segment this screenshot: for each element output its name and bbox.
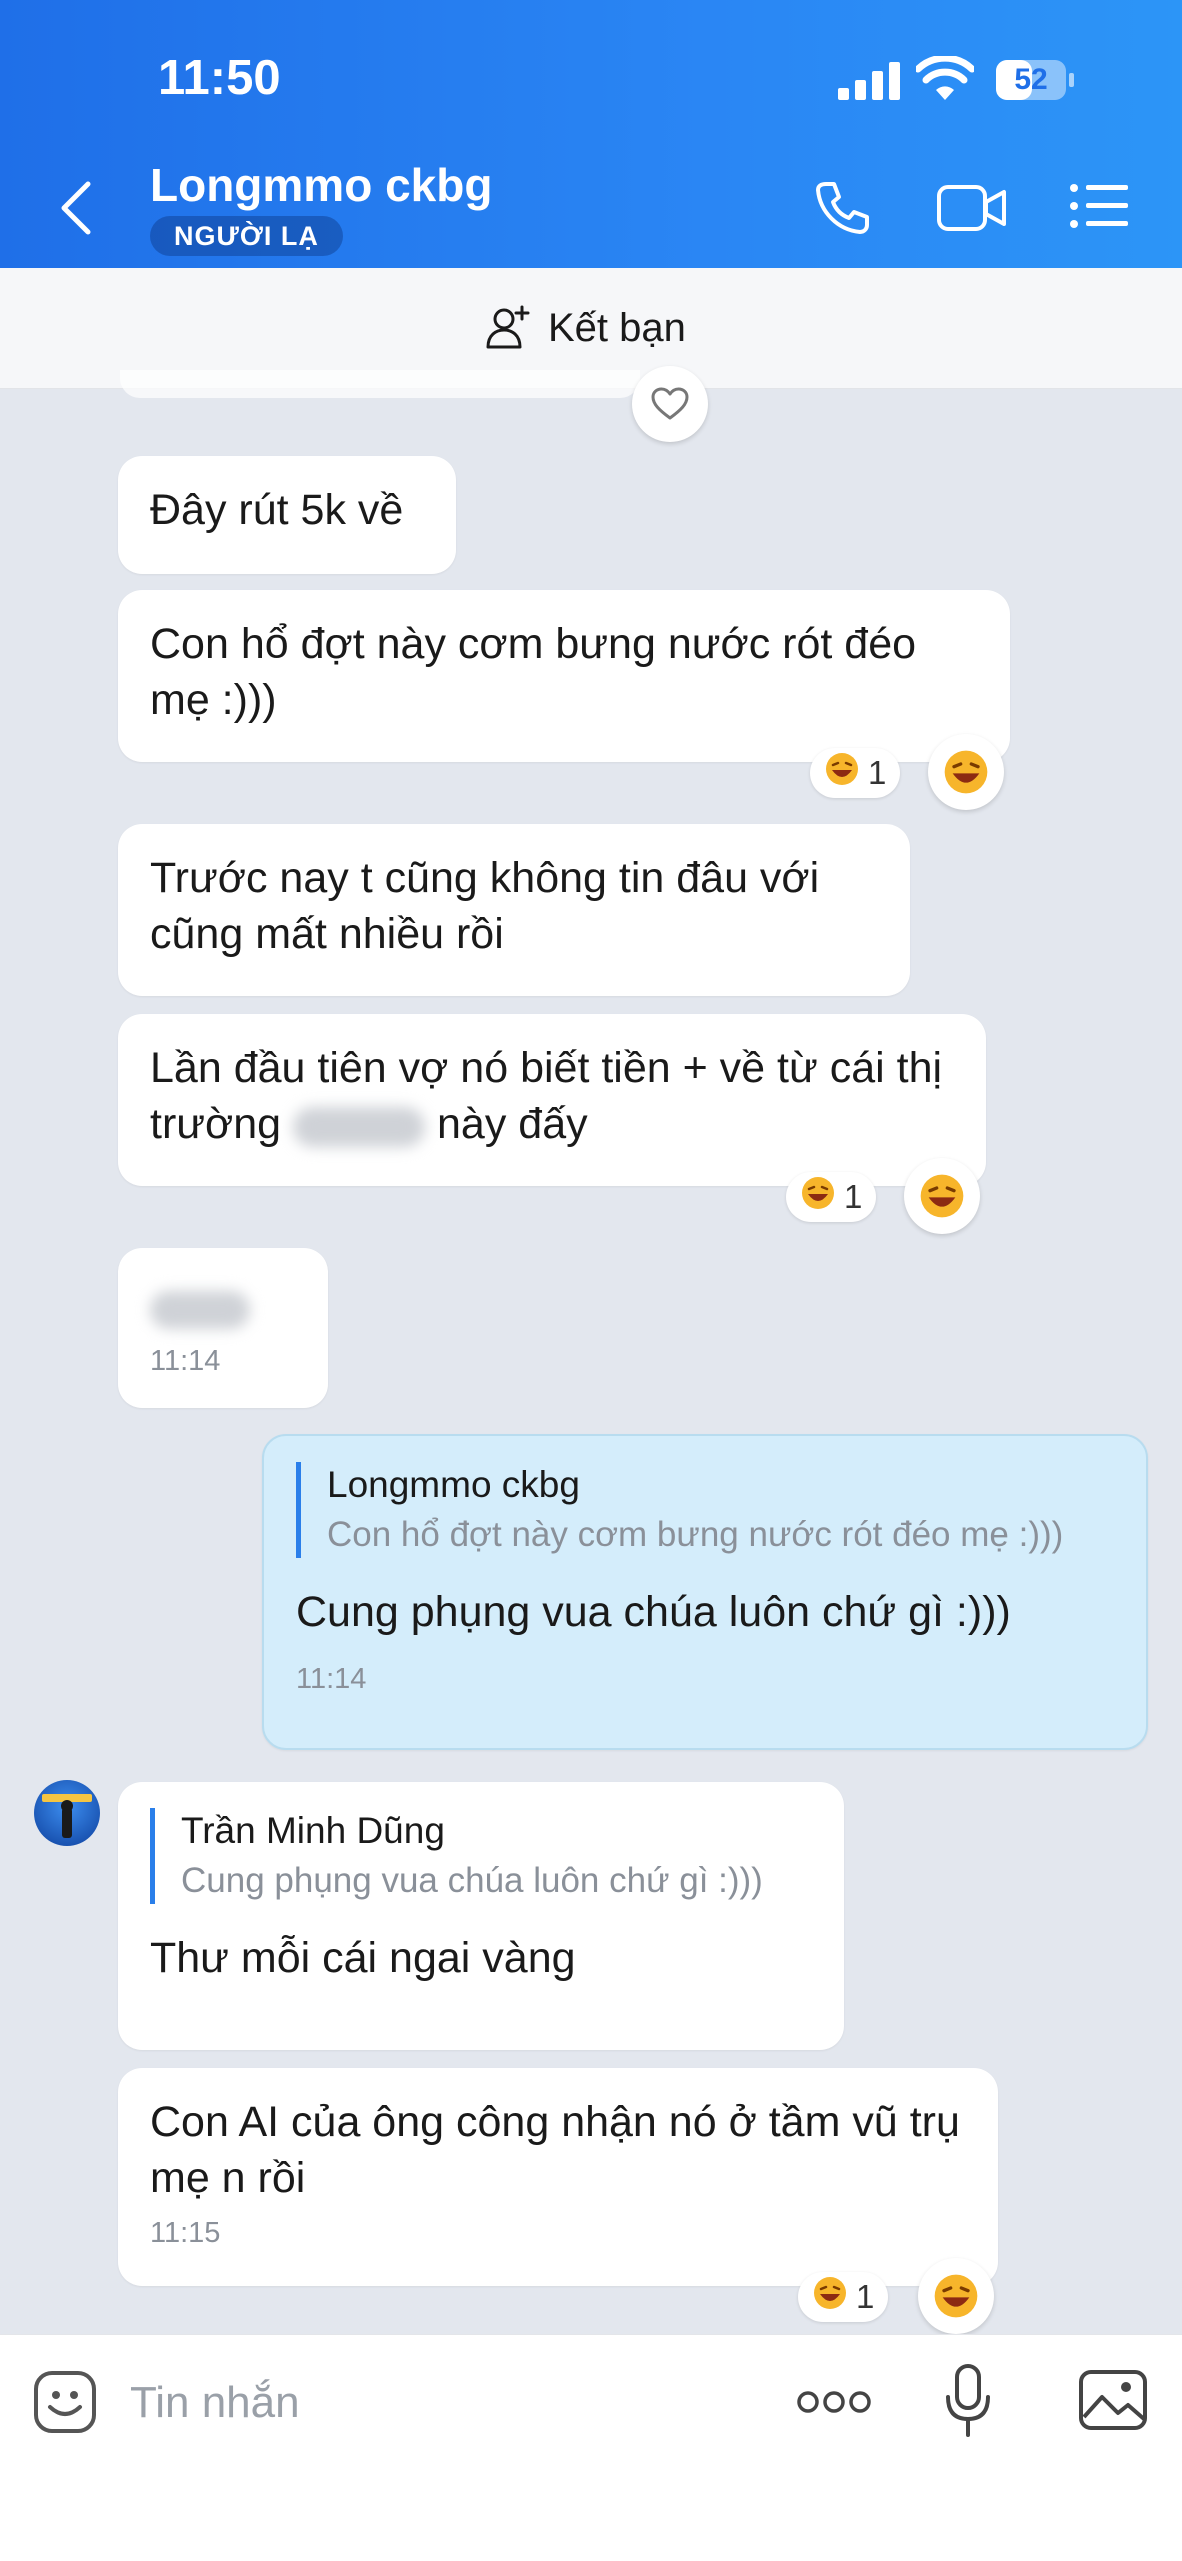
- message-text: Thư mỗi cái ngai vàng: [150, 1934, 576, 1982]
- message-time: 11:14: [296, 1663, 367, 1695]
- avatar-image: [42, 1794, 92, 1838]
- laughing-emoji-icon: [944, 750, 988, 794]
- quote-author: Longmmo ckbg: [327, 1464, 580, 1505]
- received-message[interactable]: Đây rút 5k về: [118, 456, 456, 574]
- heart-icon: [651, 387, 689, 420]
- status-time: 11:50: [158, 51, 281, 105]
- received-message[interactable]: 11:14: [118, 1248, 328, 1408]
- message-text: Con AI của ông công nhận nó ở tầm vũ trụ…: [150, 2098, 960, 2202]
- reply-quote[interactable]: Trần Minh Dũng Cung phụng vua chúa luôn …: [150, 1808, 812, 1904]
- quote-text: Con hổ đợt này cơm bưng nước rót đéo mẹ …: [327, 1515, 1064, 1554]
- reaction-count-badge[interactable]: 1: [786, 1172, 877, 1222]
- add-friend-button[interactable]: Kết bạn: [484, 298, 686, 358]
- reaction-count-badge[interactable]: 1: [810, 748, 901, 798]
- quote-text: Cung phụng vua chúa luôn chứ gì :))): [181, 1861, 763, 1900]
- contact-name[interactable]: Longmmo ckbg: [150, 158, 492, 212]
- add-person-icon: [486, 305, 530, 349]
- battery-icon: 52: [996, 60, 1076, 100]
- microphone-icon[interactable]: [944, 2363, 992, 2439]
- stranger-badge: NGƯỜI LẠ: [150, 216, 343, 256]
- previous-image-message[interactable]: [120, 370, 640, 398]
- add-reaction-button[interactable]: [904, 1158, 980, 1234]
- video-call-icon[interactable]: [936, 182, 1008, 234]
- more-options-icon[interactable]: [796, 2389, 872, 2415]
- sent-message[interactable]: Longmmo ckbg Con hổ đợt này cơm bưng nướ…: [262, 1434, 1148, 1750]
- received-message[interactable]: Con AI của ông công nhận nó ở tầm vũ trụ…: [118, 2068, 998, 2286]
- reaction-count-badge[interactable]: 1: [798, 2272, 889, 2322]
- image-gallery-icon[interactable]: [1078, 2369, 1148, 2431]
- reply-quote[interactable]: Longmmo ckbg Con hổ đợt này cơm bưng nướ…: [296, 1462, 1114, 1558]
- message-text: Trước nay t cũng không tin đâu với cũng …: [150, 854, 820, 958]
- laughing-emoji-icon: [800, 1175, 836, 1219]
- phone-call-icon[interactable]: [812, 178, 872, 238]
- quote-author: Trần Minh Dũng: [181, 1810, 445, 1851]
- signal-icon: [838, 62, 900, 100]
- sender-avatar[interactable]: [34, 1780, 100, 1846]
- battery-level: 52: [1014, 63, 1048, 96]
- message-time: 11:15: [150, 2217, 221, 2249]
- blurred-text: [293, 1106, 426, 1147]
- menu-list-icon[interactable]: [1070, 182, 1128, 230]
- add-reaction-button[interactable]: [918, 2258, 994, 2334]
- wifi-icon: [916, 56, 974, 100]
- message-text: Con hổ đợt này cơm bưng nước rót đéo mẹ …: [150, 620, 917, 724]
- reaction-count: 1: [844, 1178, 863, 1215]
- message-input[interactable]: Tin nhắn: [130, 2363, 300, 2443]
- reaction-count: 1: [856, 2278, 875, 2315]
- laughing-emoji-icon: [920, 1174, 964, 1218]
- message-text: Lần đầu tiên vợ nó biết tiền + về từ cái…: [150, 1044, 943, 1148]
- received-message[interactable]: Trước nay t cũng không tin đâu với cũng …: [118, 824, 910, 996]
- chat-header: 11:50 52 Longmmo ckbg NGƯỜI LẠ: [0, 0, 1182, 268]
- received-message[interactable]: Trần Minh Dũng Cung phụng vua chúa luôn …: [118, 1782, 844, 2050]
- sticker-icon[interactable]: [32, 2369, 98, 2435]
- laughing-emoji-icon: [824, 751, 860, 795]
- laughing-emoji-icon: [812, 2275, 848, 2319]
- received-message[interactable]: Con hổ đợt này cơm bưng nước rót đéo mẹ …: [118, 590, 1010, 762]
- reaction-count: 1: [868, 754, 887, 791]
- add-reaction-button[interactable]: [928, 734, 1004, 810]
- message-text: Cung phụng vua chúa luôn chứ gì :))): [296, 1588, 1011, 1636]
- message-time: 11:14: [150, 1345, 221, 1377]
- blurred-text: [150, 1290, 250, 1329]
- received-message[interactable]: Lần đầu tiên vợ nó biết tiền + về từ cái…: [118, 1014, 986, 1186]
- message-text: Đây rút 5k về: [150, 486, 404, 534]
- like-reaction-button[interactable]: [632, 366, 708, 442]
- back-arrow-icon[interactable]: [58, 178, 94, 238]
- laughing-emoji-icon: [934, 2274, 978, 2318]
- message-input-bar: Tin nhắn: [0, 2334, 1182, 2561]
- add-friend-label: Kết bạn: [548, 305, 686, 350]
